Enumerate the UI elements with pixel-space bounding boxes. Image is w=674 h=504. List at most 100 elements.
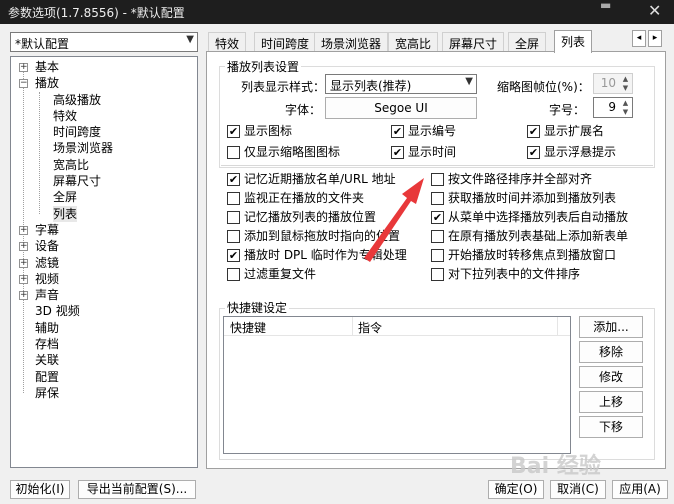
tree-item[interactable]: 辅助 [11, 320, 197, 336]
tree-item[interactable]: 配置 [11, 369, 197, 385]
tree-item[interactable]: + 设备 [11, 238, 197, 254]
checkbox-unchecked-icon[interactable] [431, 192, 444, 205]
shortcut-list[interactable]: 快捷键 指令 [223, 316, 571, 454]
tree-item[interactable]: 3D 视频 [11, 303, 197, 319]
apply-button[interactable]: 应用(A) [612, 480, 668, 499]
remove-shortcut-button[interactable]: 移除 [579, 341, 643, 363]
expand-icon[interactable]: + [19, 274, 28, 284]
title-bar: 参数选项(1.7.8556) - *默认配置 ▬ ✕ [0, 0, 674, 24]
window-title: 参数选项(1.7.8556) - *默认配置 [8, 6, 185, 20]
tab[interactable]: 宽高比 [388, 32, 439, 52]
tree-item[interactable]: 关联 [11, 352, 197, 368]
checkbox-checked-icon[interactable]: ✔ [431, 211, 444, 224]
tree-item[interactable]: 屏幕尺寸 [11, 173, 197, 189]
checkbox-label: 显示图标 [244, 124, 293, 138]
tree-item[interactable]: − 播放 [11, 75, 197, 91]
column-shortcut[interactable]: 快捷键 [230, 319, 266, 336]
column-separator [557, 317, 558, 336]
cancel-button[interactable]: 取消(C) [550, 480, 606, 499]
tree-item[interactable]: + 字幕 [11, 222, 197, 238]
tree-item[interactable]: 宽高比 [11, 157, 197, 173]
expand-icon[interactable]: + [19, 225, 28, 235]
tree-item[interactable]: 存档 [11, 336, 197, 352]
initialize-button[interactable]: 初始化(I) [10, 480, 70, 499]
collapse-icon[interactable]: − [19, 79, 28, 89]
playlist-settings-title: 播放列表设置 [225, 58, 302, 75]
tree-item[interactable]: + 声音 [11, 287, 197, 303]
minimize-icon[interactable]: ▬ [600, 0, 611, 12]
list-style-select[interactable]: 显示列表(推荐) ▼ [325, 74, 477, 94]
tree-item[interactable]: 列表 [11, 205, 197, 222]
tree-item-label: 宽高比 [53, 157, 90, 172]
expand-icon[interactable]: + [19, 258, 28, 268]
expand-icon[interactable]: + [19, 242, 28, 252]
add-shortcut-button[interactable]: 添加... [579, 316, 643, 338]
export-config-button[interactable]: 导出当前配置(S)... [78, 480, 196, 499]
tab[interactable]: 特效 [208, 32, 247, 52]
checkbox-unchecked-icon[interactable] [431, 173, 444, 186]
checkbox-unchecked-icon[interactable] [431, 249, 444, 262]
checkbox-checked-icon[interactable]: ✔ [527, 125, 540, 138]
tab[interactable]: 场景浏览器 [314, 32, 389, 52]
font-size-value: 9 [608, 100, 616, 114]
tree-item-label: 滤镜 [35, 255, 60, 270]
tree-item[interactable]: 特效 [11, 108, 197, 124]
tree-item[interactable]: + 滤镜 [11, 255, 197, 271]
checkbox-label: 开始播放时转移焦点到播放窗口 [448, 248, 617, 262]
tab[interactable]: 屏幕尺寸 [442, 32, 505, 52]
tree-item-label: 特效 [53, 108, 78, 123]
profile-select[interactable]: *默认配置 ▼ [10, 32, 198, 52]
tab-scroll-left-icon[interactable]: ◂ [632, 30, 646, 47]
tree-item[interactable]: 全屏 [11, 189, 197, 205]
thumbnail-position-stepper[interactable]: 10 ▲ ▼ [593, 73, 633, 94]
checkbox-unchecked-icon[interactable] [227, 146, 240, 159]
tree-item-label: 视频 [35, 271, 60, 286]
checkbox-unchecked-icon[interactable] [227, 192, 240, 205]
tab[interactable]: 时间跨度 [254, 32, 317, 52]
checkbox-checked-icon[interactable]: ✔ [527, 146, 540, 159]
checkbox-checked-icon[interactable]: ✔ [227, 249, 240, 262]
checkbox-label: 从菜单中选择播放列表后自动播放 [448, 210, 629, 224]
ok-button[interactable]: 确定(O) [488, 480, 544, 499]
checkbox-unchecked-icon[interactable] [431, 230, 444, 243]
checkbox-checked-icon[interactable]: ✔ [227, 173, 240, 186]
font-size-stepper[interactable]: 9 ▲ ▼ [593, 97, 633, 118]
tree-item[interactable]: + 基本 [11, 59, 197, 75]
checkbox-label: 过滤重复文件 [244, 267, 317, 281]
tree-item[interactable]: 时间跨度 [11, 124, 197, 140]
checkbox-checked-icon[interactable]: ✔ [391, 146, 404, 159]
checkbox-unchecked-icon[interactable] [227, 211, 240, 224]
checkbox-label: 获取播放时间并添加到播放列表 [448, 191, 617, 205]
font-size-label: 字号： [549, 103, 586, 117]
checkbox-label: 记忆近期播放名单/URL 地址 [244, 172, 396, 186]
tree-item-label: 基本 [35, 60, 60, 74]
checkbox-label: 显示时间 [408, 145, 457, 159]
tree-item[interactable]: 高级播放 [11, 92, 197, 108]
expand-icon[interactable]: + [19, 291, 28, 301]
thumbnail-position-value: 10 [600, 76, 616, 90]
column-command[interactable]: 指令 [358, 319, 382, 336]
settings-tree[interactable]: + 基本 − 播放 高级播放 特效 时间跨度 场景浏览器 宽高比 屏幕尺寸 全屏 列表 + 字幕 + 设备 + 滤… [10, 56, 198, 468]
font-button[interactable]: Segoe UI [325, 97, 477, 119]
move-up-button[interactable]: 上移 [579, 391, 643, 413]
close-icon[interactable]: ✕ [648, 1, 661, 20]
modify-shortcut-button[interactable]: 修改 [579, 366, 643, 388]
checkbox-unchecked-icon[interactable] [227, 268, 240, 281]
tree-item[interactable]: 屏保 [11, 385, 197, 401]
expand-icon[interactable]: + [19, 63, 28, 72]
checkbox-unchecked-icon[interactable] [227, 230, 240, 243]
checkbox-unchecked-icon[interactable] [431, 268, 444, 281]
tab[interactable]: 列表 [554, 30, 593, 53]
tree-item[interactable]: + 视频 [11, 271, 197, 287]
checkbox-checked-icon[interactable]: ✔ [391, 125, 404, 138]
thumbnail-position-label: 缩略图帧位(%)： [497, 80, 590, 94]
tree-item[interactable]: 场景浏览器 [11, 140, 197, 156]
tab-scroll-right-icon[interactable]: ▸ [648, 30, 662, 47]
checkbox-label: 在原有播放列表基础上添加新表单 [448, 229, 629, 243]
tree-item-label: 3D 视频 [35, 304, 80, 319]
checkbox-label: 对下拉列表中的文件排序 [448, 267, 581, 281]
column-separator [352, 317, 353, 336]
checkbox-checked-icon[interactable]: ✔ [227, 125, 240, 138]
tab[interactable]: 全屏 [508, 32, 547, 52]
move-down-button[interactable]: 下移 [579, 416, 643, 438]
